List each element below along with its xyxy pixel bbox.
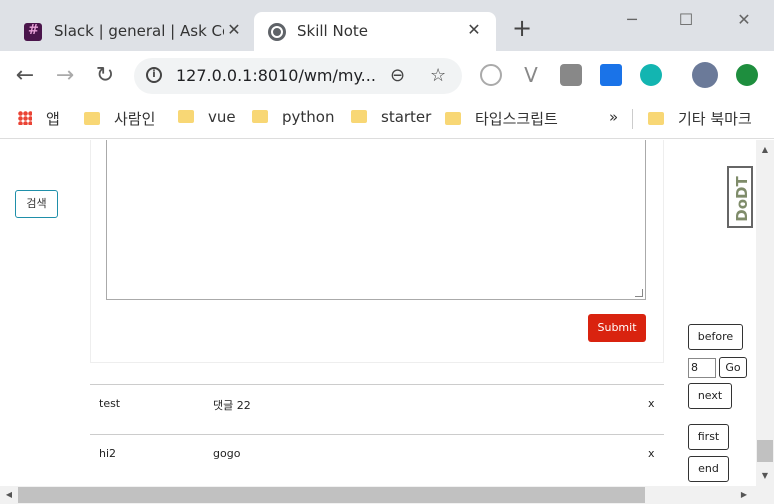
m-extension-icon[interactable]: [640, 64, 662, 86]
forward-button[interactable]: →: [50, 60, 80, 92]
apps-icon: [18, 111, 32, 125]
folder-icon: [84, 112, 100, 125]
next-button[interactable]: next: [688, 383, 732, 409]
delete-comment-button[interactable]: x: [648, 447, 655, 460]
comment-text: 댓글 22: [213, 399, 251, 412]
horizontal-scroll-thumb[interactable]: [18, 487, 645, 503]
end-button[interactable]: end: [688, 456, 729, 482]
bookmark-apps[interactable]: 앱: [18, 108, 60, 130]
other-bookmarks[interactable]: 기타 북마크: [648, 108, 752, 130]
address-bar[interactable]: i 127.0.0.1:8010/wm/my... ⊖ ☆: [134, 58, 462, 94]
resize-handle[interactable]: [635, 289, 643, 297]
folder-icon: [445, 112, 461, 125]
scroll-up-arrow-icon[interactable]: ▲: [756, 142, 774, 158]
bookmark-saramin[interactable]: 사람인: [84, 108, 155, 130]
vertical-scrollbar[interactable]: [756, 140, 774, 486]
close-tab-icon[interactable]: ✕: [224, 20, 244, 40]
divider: [632, 109, 633, 129]
camera-icon[interactable]: [560, 64, 582, 86]
download-icon[interactable]: [600, 64, 622, 86]
zoom-icon[interactable]: ⊖: [390, 65, 405, 86]
vue-devtools-icon[interactable]: V: [520, 64, 542, 86]
bookmark-typescript[interactable]: 타입스크립트: [445, 108, 558, 130]
tab-slack[interactable]: Slack | general | Ask Co ✕: [12, 12, 252, 51]
scroll-left-arrow-icon[interactable]: ◀: [0, 487, 18, 503]
update-icon[interactable]: [736, 64, 758, 86]
page-number-input[interactable]: 8: [688, 358, 716, 378]
table-row: test 댓글 22 x: [90, 385, 664, 433]
folder-icon: [351, 110, 367, 123]
tab-title: Slack | general | Ask Co: [54, 22, 224, 40]
table-row: hi2 gogo x: [90, 435, 664, 483]
new-tab-button[interactable]: +: [508, 14, 536, 42]
scroll-down-arrow-icon[interactable]: ▼: [756, 468, 774, 484]
folder-icon: [252, 110, 268, 123]
tab-title: Skill Note: [297, 22, 368, 40]
bookmarks-bar: 앱 사람인 vue python starter 타입스크립트 » 기타 북마크: [0, 101, 774, 139]
extension-icon[interactable]: [480, 64, 502, 86]
vertical-scroll-thumb[interactable]: [757, 440, 773, 462]
avatar[interactable]: [692, 62, 718, 88]
folder-icon: [178, 110, 194, 123]
search-button[interactable]: 검색: [15, 190, 58, 218]
go-button[interactable]: Go: [719, 357, 747, 378]
minimize-button[interactable]: ─: [612, 6, 652, 34]
url-text[interactable]: 127.0.0.1:8010/wm/my...: [176, 66, 376, 85]
comment-textarea[interactable]: [106, 140, 646, 300]
first-button[interactable]: first: [688, 424, 729, 450]
bookmark-python[interactable]: python: [252, 108, 334, 130]
globe-icon: [268, 23, 286, 41]
comment-author: hi2: [99, 447, 117, 460]
back-button[interactable]: ←: [10, 60, 40, 92]
submit-button[interactable]: Submit: [588, 314, 646, 342]
comment-author: test: [99, 397, 121, 410]
star-icon[interactable]: ☆: [430, 65, 446, 86]
close-tab-icon[interactable]: ✕: [464, 20, 484, 40]
tab-skill-note[interactable]: Skill Note ✕: [254, 12, 496, 51]
comment-text: gogo: [213, 447, 241, 460]
reload-button[interactable]: ↻: [90, 60, 120, 92]
info-icon[interactable]: i: [146, 67, 162, 83]
bookmarks-overflow-button[interactable]: »: [609, 108, 618, 130]
close-window-button[interactable]: ✕: [724, 6, 764, 34]
bookmark-vue[interactable]: vue: [178, 108, 236, 130]
slack-icon: [24, 23, 42, 41]
delete-comment-button[interactable]: x: [648, 397, 655, 410]
scroll-right-arrow-icon[interactable]: ▶: [735, 487, 753, 503]
maximize-button[interactable]: ☐: [666, 6, 706, 34]
dodt-badge[interactable]: DoDT: [727, 166, 753, 228]
folder-icon: [648, 112, 664, 125]
bookmark-starter[interactable]: starter: [351, 108, 431, 130]
before-button[interactable]: before: [688, 324, 743, 350]
